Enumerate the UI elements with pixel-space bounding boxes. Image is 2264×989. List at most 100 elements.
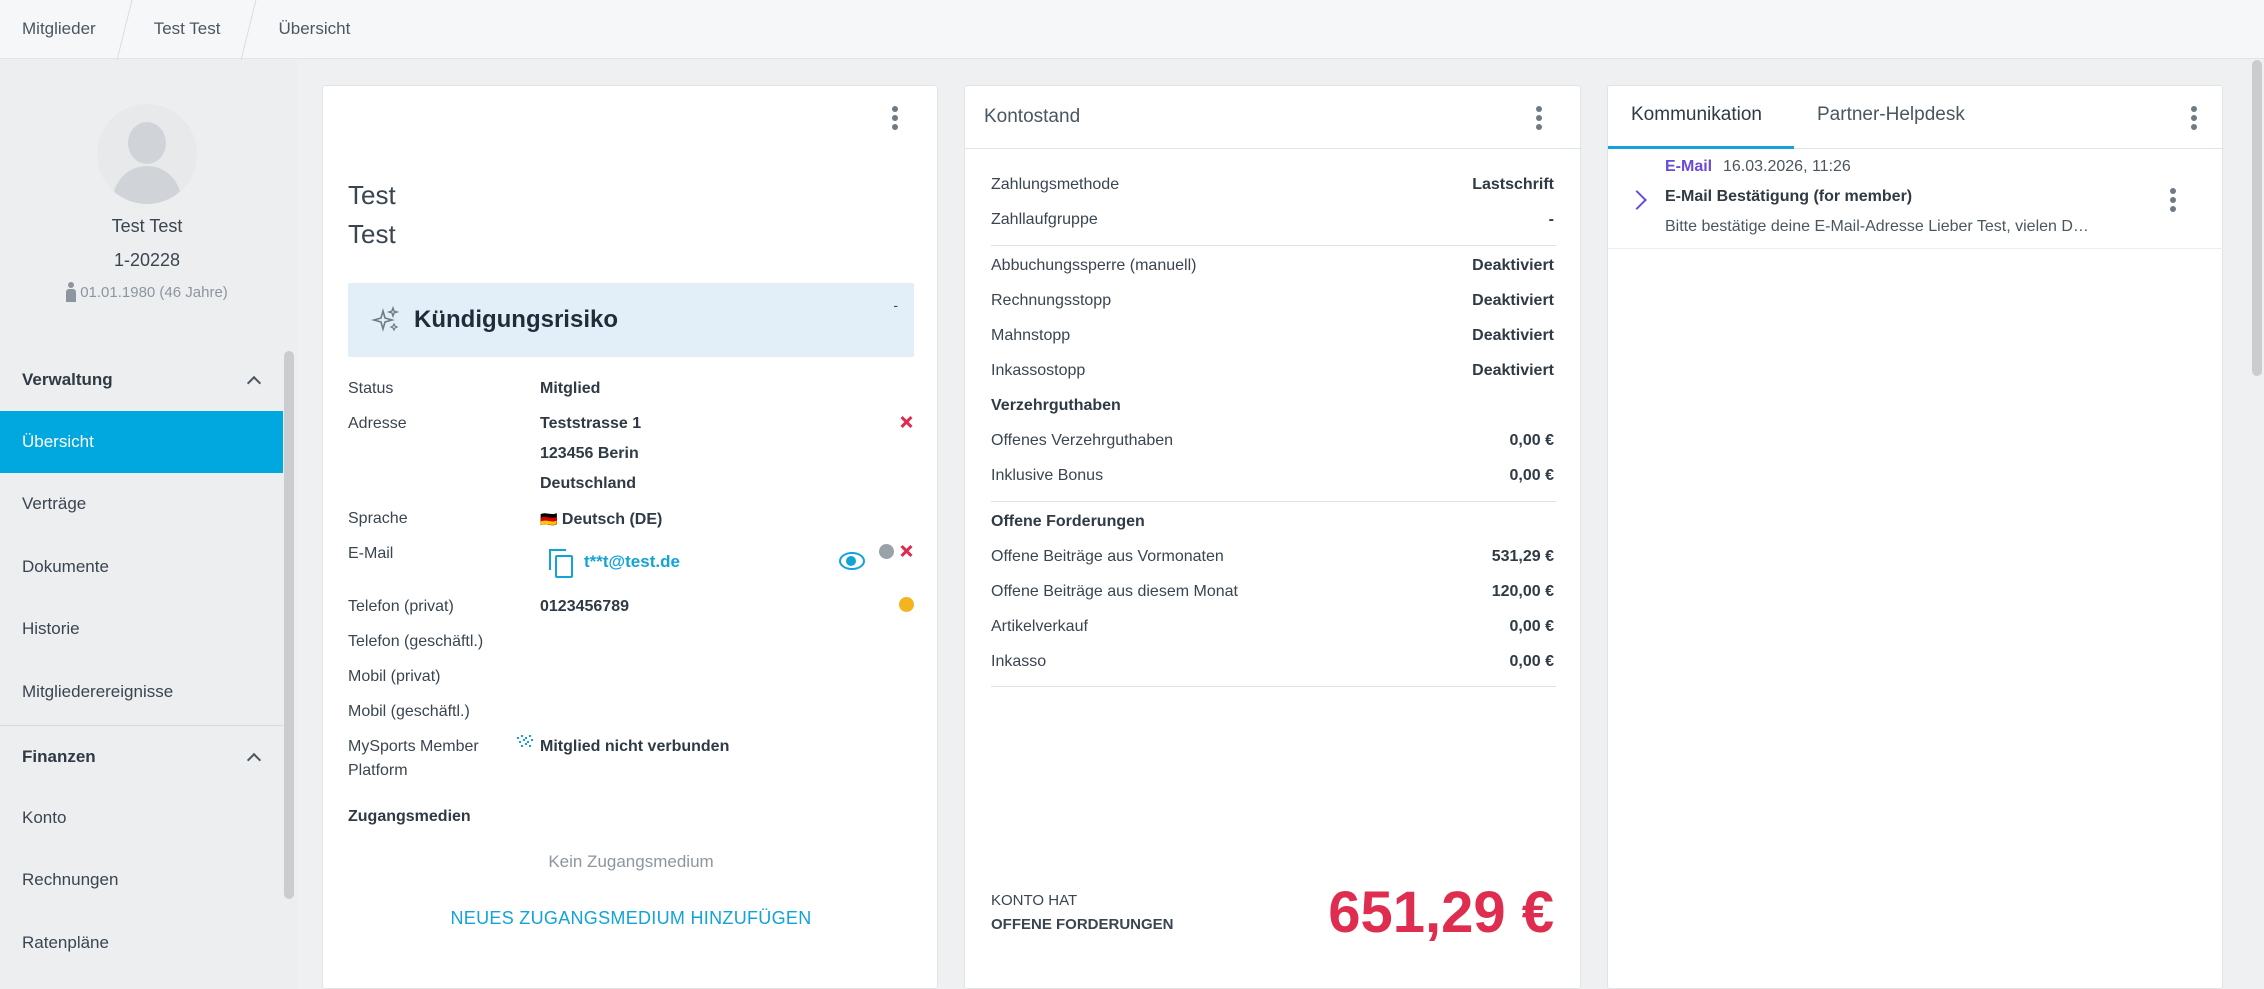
person-icon — [66, 282, 77, 302]
copy-icon[interactable] — [549, 549, 573, 578]
divider — [991, 686, 1556, 687]
address-line-1: Teststrasse 1 — [540, 415, 642, 432]
collection-stop-label: Inkassostopp — [991, 362, 1086, 379]
chevron-up-icon — [247, 374, 259, 386]
member-dob-text: 01.01.1980 (46 Jahre) — [80, 283, 228, 301]
churn-risk-value: - — [893, 297, 898, 313]
sidebar-item-historie[interactable]: Historie — [0, 598, 283, 660]
communication-card: Kommunikation Partner-Helpdesk E-Mail 16… — [1607, 85, 2224, 989]
eye-icon[interactable] — [839, 552, 865, 570]
status-dot-grey — [879, 544, 894, 559]
mobile-private-label: Mobil (privat) — [348, 668, 441, 685]
communication-date: 16.03.2026, 11:26 — [1723, 158, 1851, 175]
sidebar-section-finanzen[interactable]: Finanzen — [0, 727, 283, 787]
breadcrumb: Mitglieder Test Test Übersicht — [0, 0, 2264, 59]
member-profile: Test Test 1-20228 01.01.1980 (46 Jahre) — [0, 60, 297, 320]
payment-run-group-value: - — [1548, 211, 1554, 228]
avatar — [97, 104, 197, 204]
sidebar-item-mitgliederereignisse[interactable]: Mitgliederereignisse — [0, 661, 283, 723]
access-media-title: Zugangsmedien — [348, 808, 471, 825]
mysports-label-line-2: Platform — [348, 762, 408, 779]
mysports-value: Mitglied nicht verbunden — [540, 738, 730, 755]
member-first-name: Test — [348, 180, 396, 210]
more-vertical-icon[interactable] — [2191, 106, 2197, 130]
language-text: Deutsch (DE) — [561, 511, 663, 528]
article-sales-value: 0,00 € — [1509, 618, 1554, 635]
payment-run-group-label: Zahllaufgruppe — [991, 211, 1098, 228]
german-flag-icon: 🇩🇪 — [540, 511, 558, 527]
account-card-header: Kontostand — [965, 86, 1582, 149]
page-scrollbar[interactable] — [2252, 60, 2262, 376]
sidebar-scrollbar[interactable] — [284, 351, 294, 899]
member-name: Test Test — [111, 216, 183, 236]
breadcrumb-mitglieder[interactable]: Mitglieder — [0, 0, 118, 59]
tab-partner-helpdesk[interactable]: Partner-Helpdesk — [1817, 104, 1965, 126]
account-balance-card: Kontostand Zahlungsmethode Lastschrift Z… — [964, 85, 1582, 989]
member-dob: 01.01.1980 (46 Jahre) — [0, 282, 294, 302]
avatar-head — [128, 122, 166, 164]
more-vertical-icon[interactable] — [2170, 188, 2176, 212]
avatar-body — [113, 166, 181, 204]
sidebar-item-rechnungen[interactable]: Rechnungen — [0, 849, 283, 911]
debit-block-value: Deaktiviert — [1472, 257, 1554, 274]
remove-address-icon[interactable] — [900, 416, 912, 428]
divider — [991, 501, 1556, 502]
account-card-title: Kontostand — [984, 106, 1081, 127]
language-value: 🇩🇪 Deutsch (DE) — [540, 504, 662, 535]
breadcrumb-separator — [118, 0, 132, 59]
payment-method-label: Zahlungsmethode — [991, 176, 1120, 193]
article-sales-label: Artikelverkauf — [991, 618, 1088, 635]
invoice-stop-label: Rechnungsstopp — [991, 292, 1112, 309]
email-value[interactable]: t**t@test.de — [584, 552, 680, 572]
status-dot-yellow — [899, 597, 914, 612]
email-label: E-Mail — [348, 545, 394, 562]
chevron-right-icon[interactable] — [1632, 189, 1646, 209]
member-details-card: Test Test Kündigungsrisiko - Status Mitg… — [322, 85, 938, 989]
sidebar-item-vertraege[interactable]: Verträge — [0, 473, 283, 535]
incl-bonus-value: 0,00 € — [1509, 467, 1554, 484]
sidebar-section-label: Finanzen — [22, 747, 96, 766]
remove-email-icon[interactable] — [900, 545, 912, 557]
debit-block-label: Abbuchungssperre (manuell) — [991, 257, 1197, 274]
member-number: 1-20228 — [113, 250, 181, 270]
chevron-up-icon — [247, 751, 259, 763]
language-label: Sprache — [348, 510, 408, 527]
breadcrumb-current: Übersicht — [278, 19, 351, 38]
previous-months-label: Offene Beiträge aus Vormonaten — [991, 548, 1224, 565]
churn-risk-panel[interactable]: Kündigungsrisiko - — [348, 283, 914, 357]
tab-kommunikation[interactable]: Kommunikation — [1631, 104, 1762, 126]
more-vertical-icon[interactable] — [1536, 106, 1542, 130]
phone-business-label: Telefon (geschäftl.) — [348, 633, 484, 650]
this-month-value: 120,00 € — [1491, 583, 1554, 600]
phone-private-label: Telefon (privat) — [348, 598, 454, 615]
previous-months-value: 531,29 € — [1491, 548, 1554, 565]
consumption-credit-title: Verzehrguthaben — [991, 397, 1121, 414]
open-consumption-credit-value: 0,00 € — [1509, 432, 1554, 449]
breadcrumb-member[interactable]: Test Test — [132, 0, 243, 59]
sidebar-item-dokumente[interactable]: Dokumente — [0, 536, 283, 598]
this-month-label: Offene Beiträge aus diesem Monat — [991, 583, 1238, 600]
address-label: Adresse — [348, 415, 407, 432]
sidebar-section-label: Verwaltung — [22, 370, 113, 389]
access-media-empty: Kein Zugangsmedium — [548, 852, 714, 871]
add-access-medium-button[interactable]: NEUES ZUGANGSMEDIUM HINZUFÜGEN — [323, 908, 939, 929]
communication-preview: Bitte bestätige deine E-Mail-Adresse Lie… — [1665, 218, 2089, 235]
communication-type: E-Mail — [1665, 158, 1713, 175]
sidebar-section-verwaltung[interactable]: Verwaltung — [0, 350, 283, 410]
collection-stop-value: Deaktiviert — [1472, 362, 1554, 379]
sidebar-divider — [0, 725, 283, 726]
sidebar-item-uebersicht[interactable]: Übersicht — [0, 411, 283, 473]
more-vertical-icon[interactable] — [892, 106, 898, 130]
balance-summary-line-2: OFFENE FORDERUNGEN — [991, 916, 1174, 933]
sidebar-item-konto[interactable]: Konto — [0, 787, 283, 849]
communication-subject: E-Mail Bestätigung (for member) — [1665, 188, 1913, 205]
mobile-business-label: Mobil (geschäftl.) — [348, 703, 470, 720]
balance-summary-line-1: KONTO HAT — [991, 892, 1078, 909]
dunning-stop-label: Mahnstopp — [991, 327, 1071, 344]
sidebar-item-ratenplaene[interactable]: Ratenpläne — [0, 912, 283, 974]
breadcrumb-separator — [242, 0, 256, 59]
member-last-name: Test — [348, 219, 396, 249]
address-line-2: 123456 Berin — [540, 445, 639, 462]
status-label: Status — [348, 380, 394, 397]
incl-bonus-label: Inklusive Bonus — [991, 467, 1104, 484]
